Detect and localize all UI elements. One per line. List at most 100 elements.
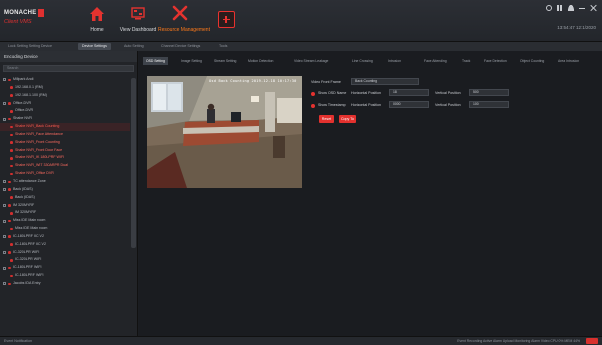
device-status-dot-icon — [8, 266, 11, 270]
camera-status-dot-icon — [10, 172, 13, 176]
settings-subtabs: OSD Setting Image Setting Stream Setting Mo… — [139, 57, 602, 65]
tab-lock-setting[interactable]: Lock Setting Setting Device — [4, 43, 56, 50]
camera-status-dot-icon — [10, 141, 13, 144]
device-tree-item[interactable]: Shabe NVR_Office DVR — [0, 170, 130, 178]
device-tree-item[interactable]: IC-180LPRF IIC V2 — [0, 241, 130, 249]
device-tree-item[interactable]: Millpark Andi — [0, 76, 130, 84]
settings-gear-icon[interactable] — [546, 5, 552, 11]
expand-checkbox-icon[interactable] — [3, 101, 6, 105]
osd-horizontal-label: Horizontal Position — [351, 91, 381, 95]
device-tree-item[interactable]: IC-180LPRF WIFI — [0, 264, 130, 272]
alarm-indicator-icon[interactable] — [586, 338, 598, 344]
subtab-item[interactable]: Face Detection — [481, 57, 510, 65]
nav-dashboard-label: View Dashboard — [119, 27, 157, 33]
device-status-dot-icon — [8, 219, 11, 223]
nav-home-label: Home — [90, 27, 104, 33]
osd-vertical-input[interactable]: 500 — [469, 89, 509, 96]
device-tree-item-label: IC-180LPRF WIFI — [15, 273, 44, 278]
device-tree-item[interactable]: Jacobs IDA Entry — [0, 280, 130, 288]
device-tree-item[interactable]: Shabe NVR — [0, 115, 130, 123]
device-tree-item[interactable]: Shabe NVR_IK 180LPRF WIFI — [0, 154, 130, 162]
subtab-item[interactable]: Motion Detection — [245, 57, 276, 65]
subtab-item[interactable]: Track — [459, 57, 473, 65]
expand-checkbox-icon[interactable] — [3, 78, 6, 82]
nav-view-dashboard[interactable]: View Dashboard — [118, 4, 158, 38]
subtab-item[interactable]: Intrusion — [385, 57, 404, 65]
subtab-item[interactable]: Image Setting — [178, 57, 205, 65]
tab-device-settings[interactable]: Device Settings — [78, 43, 111, 50]
device-tree-item[interactable]: Shabe NVR_Front Counting — [0, 139, 130, 147]
device-tree-item-label: Shabe NVR_Front Counting — [15, 139, 60, 144]
subtab-item[interactable]: Object Counting — [517, 57, 547, 65]
show-timestamp-radio[interactable] — [311, 103, 315, 108]
device-tree-item[interactable]: Shabe NVR_Front Door Face — [0, 147, 130, 155]
reset-button[interactable]: Reset — [319, 115, 334, 123]
device-tree-item-label: IM 320MYRF — [15, 210, 37, 215]
front-frame-field[interactable]: Back Counting — [351, 78, 419, 85]
device-tree-item[interactable]: IM 320MYRF — [0, 202, 130, 210]
device-tree-item-label: Millpark Andi — [13, 77, 34, 81]
expand-checkbox-icon[interactable] — [3, 117, 6, 121]
show-osd-name-radio[interactable] — [311, 91, 315, 96]
device-tree-item[interactable]: IM 320MYRF — [0, 209, 130, 217]
osd-horizontal-input[interactable]: 18 — [389, 89, 429, 96]
tab-tools[interactable]: Tools — [215, 43, 231, 50]
subtab-item[interactable]: Face Attending — [421, 57, 450, 65]
camera-status-dot-icon — [10, 196, 13, 199]
device-tree-item-label: Shabe NVR_Office DVR — [15, 171, 54, 176]
sidebar-scrollbar[interactable] — [131, 78, 136, 248]
device-tree-item[interactable]: IC-180LPRF WIFI — [0, 272, 130, 280]
add-tab-button[interactable] — [218, 11, 235, 28]
device-tree-item[interactable]: 192.168.0.1 (RM) — [0, 84, 130, 92]
expand-checkbox-icon[interactable] — [3, 266, 6, 270]
device-tree-item[interactable]: IC-180LPRF IIC V2 — [0, 233, 130, 241]
device-tree-item[interactable]: TC attendance Zone — [0, 178, 130, 186]
copy-to-button[interactable]: Copy To — [339, 115, 356, 123]
minimize-icon[interactable] — [579, 5, 585, 9]
nav-resource-management[interactable]: Resource Management — [158, 4, 210, 38]
user-icon[interactable] — [568, 5, 574, 11]
subtab-item[interactable]: OSD Setting — [143, 57, 168, 65]
expand-checkbox-icon[interactable] — [3, 188, 6, 192]
device-tree-item[interactable]: Office-DVR — [0, 100, 130, 108]
expand-checkbox-icon[interactable] — [3, 282, 6, 286]
camera-status-dot-icon — [10, 125, 13, 129]
device-tree-item[interactable]: Back (IDAS) — [0, 186, 130, 194]
device-tree-item[interactable]: IC-320LPR WIFI — [0, 249, 130, 257]
device-tree-item-label: Office-DVR — [15, 108, 34, 113]
show-timestamp-label: Show Timestamp — [318, 103, 346, 107]
tab-auto-setting[interactable]: Auto Setting — [120, 43, 148, 50]
status-right-text: Event Recording Active Alarm Upload Moni… — [457, 339, 580, 343]
close-icon[interactable] — [590, 5, 596, 11]
device-tree-item[interactable]: Back (IDAS) — [0, 194, 130, 202]
camera-status-dot-icon — [10, 211, 13, 215]
device-search-input[interactable]: Search — [3, 65, 134, 72]
subtab-item[interactable]: Stream Setting — [211, 57, 239, 65]
nav-home[interactable]: Home — [84, 4, 110, 38]
subtab-item[interactable]: Video Stream Leakage — [291, 57, 331, 65]
device-tree-item[interactable]: 192.168.1.100 (RM) — [0, 92, 130, 100]
tab-channel-device-settings[interactable]: Channel Device Settings — [157, 43, 204, 50]
expand-checkbox-icon[interactable] — [3, 235, 6, 239]
device-tree-item[interactable]: Shabe NVR_Face Attendance — [0, 131, 130, 139]
ts-horizontal-label: Horizontal Position — [351, 103, 381, 107]
device-tree-item[interactable]: IC-320LPR WIFI — [0, 256, 130, 264]
expand-checkbox-icon[interactable] — [3, 250, 6, 254]
device-tree-item[interactable]: Shabe NVR_Back Counting — [0, 123, 130, 131]
device-status-dot-icon — [8, 102, 11, 105]
device-tree-item-label: IM 320MYRF — [13, 202, 35, 207]
device-tree-item[interactable]: Miss IDE Main room — [0, 217, 130, 225]
subtab-item[interactable]: Line Crossing — [349, 57, 376, 65]
expand-checkbox-icon[interactable] — [3, 203, 6, 207]
ts-vertical-input[interactable]: 100 — [469, 101, 509, 108]
ts-horizontal-input[interactable]: 0000 — [389, 101, 429, 108]
device-tree-item[interactable]: Miss IDE Main room — [0, 225, 130, 233]
subtab-item[interactable]: Area Intrusion — [555, 57, 582, 65]
device-tree-item[interactable]: Office-DVR — [0, 107, 130, 115]
layout-grid-icon[interactable] — [557, 5, 563, 11]
expand-checkbox-icon[interactable] — [3, 219, 6, 223]
device-tree-item-label: IC-180LPRF WIFI — [13, 265, 42, 270]
device-tree-item[interactable]: Shabe NVR_WIT 330ARPR Dual — [0, 162, 130, 170]
device-tree-item-label: 192.168.0.1 (RM) — [15, 84, 43, 89]
expand-checkbox-icon[interactable] — [3, 180, 6, 184]
